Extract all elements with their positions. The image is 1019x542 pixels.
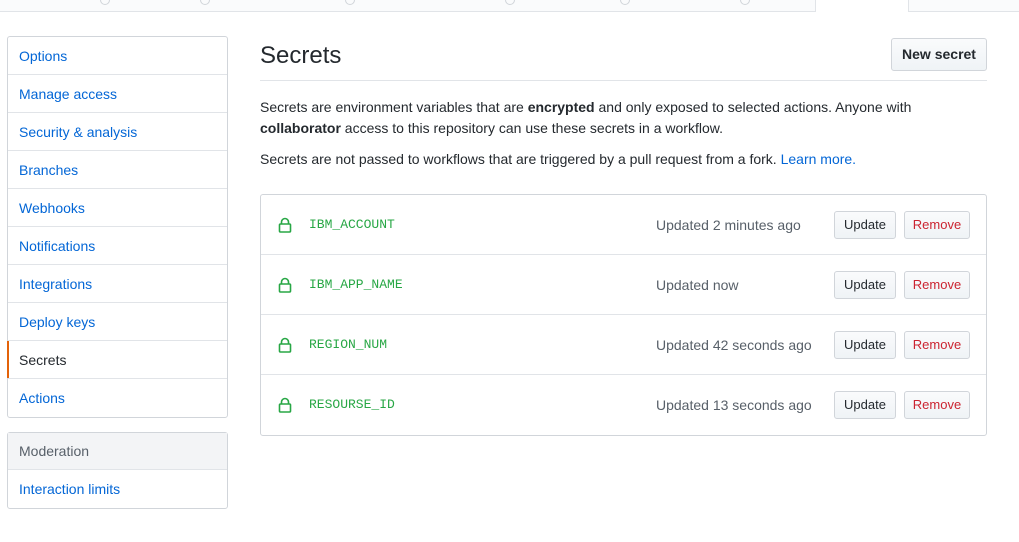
sidebar-item-branches[interactable]: Branches bbox=[8, 151, 227, 189]
lock-icon bbox=[278, 397, 292, 413]
secret-name: REGION_NUM bbox=[309, 337, 388, 352]
fork-note-text: Secrets are not passed to workflows that… bbox=[260, 151, 781, 167]
tab-icon bbox=[100, 0, 110, 5]
lock-icon bbox=[278, 277, 292, 293]
sidebar-item-manage-access[interactable]: Manage access bbox=[8, 75, 227, 113]
learn-more-link[interactable]: Learn more. bbox=[781, 151, 856, 167]
secret-row: IBM_APP_NAME Updated now Update Remove bbox=[261, 255, 986, 315]
update-secret-button[interactable]: Update bbox=[834, 331, 896, 359]
new-secret-button[interactable]: New secret bbox=[891, 38, 987, 71]
secret-updated: Updated 42 seconds ago bbox=[656, 337, 812, 353]
sidebar-item-secrets[interactable]: Secrets bbox=[7, 341, 227, 379]
remove-secret-button[interactable]: Remove bbox=[904, 331, 970, 359]
remove-secret-button[interactable]: Remove bbox=[904, 211, 970, 239]
sidebar-item-options[interactable]: Options bbox=[8, 37, 227, 75]
secret-name: IBM_APP_NAME bbox=[309, 277, 403, 292]
remove-secret-button[interactable]: Remove bbox=[904, 271, 970, 299]
title-divider bbox=[260, 80, 987, 81]
moderation-heading: Moderation bbox=[8, 433, 227, 470]
settings-sidebar: Options Manage access Security & analysi… bbox=[7, 36, 228, 418]
update-secret-button[interactable]: Update bbox=[834, 271, 896, 299]
tab-icon bbox=[345, 0, 355, 5]
tab-settings[interactable] bbox=[815, 0, 909, 12]
update-secret-button[interactable]: Update bbox=[834, 211, 896, 239]
sidebar-item-integrations[interactable]: Integrations bbox=[8, 265, 227, 303]
secret-row: IBM_ACCOUNT Updated 2 minutes ago Update… bbox=[261, 195, 986, 255]
sidebar-item-security-analysis[interactable]: Security & analysis bbox=[8, 113, 227, 151]
sidebar-item-interaction-limits[interactable]: Interaction limits bbox=[8, 470, 227, 508]
description-text: and only exposed to selected actions. An… bbox=[594, 99, 912, 115]
description-text: Secrets are environment variables that a… bbox=[260, 99, 528, 115]
moderation-sidebar: Moderation Interaction limits bbox=[7, 432, 228, 509]
remove-secret-button[interactable]: Remove bbox=[904, 391, 970, 419]
sidebar-item-webhooks[interactable]: Webhooks bbox=[8, 189, 227, 227]
description-text: access to this repository can use these … bbox=[340, 120, 723, 136]
tab-icon bbox=[740, 0, 750, 5]
lock-icon bbox=[278, 217, 292, 233]
secret-name: RESOURSE_ID bbox=[309, 397, 395, 412]
secret-row: REGION_NUM Updated 42 seconds ago Update… bbox=[261, 315, 986, 375]
secrets-list: IBM_ACCOUNT Updated 2 minutes ago Update… bbox=[260, 194, 987, 436]
description-emphasis: encrypted bbox=[527, 99, 595, 115]
secret-updated: Updated now bbox=[656, 277, 739, 293]
secrets-description: Secrets are environment variables that a… bbox=[260, 97, 990, 139]
secret-name: IBM_ACCOUNT bbox=[309, 217, 395, 232]
tab-icon bbox=[200, 0, 210, 5]
description-emphasis: collaborator bbox=[260, 120, 341, 136]
update-secret-button[interactable]: Update bbox=[834, 391, 896, 419]
sidebar-item-deploy-keys[interactable]: Deploy keys bbox=[8, 303, 227, 341]
sidebar-item-actions[interactable]: Actions bbox=[8, 379, 227, 417]
sidebar-item-notifications[interactable]: Notifications bbox=[8, 227, 227, 265]
page-title: Secrets bbox=[260, 42, 342, 69]
tab-icon bbox=[505, 0, 515, 5]
secret-updated: Updated 13 seconds ago bbox=[656, 397, 812, 413]
tab-icon bbox=[620, 0, 630, 5]
lock-icon bbox=[278, 337, 292, 353]
fork-note: Secrets are not passed to workflows that… bbox=[260, 149, 990, 170]
repo-tab-strip bbox=[0, 0, 1019, 12]
secret-updated: Updated 2 minutes ago bbox=[656, 217, 801, 233]
secret-row: RESOURSE_ID Updated 13 seconds ago Updat… bbox=[261, 375, 986, 435]
